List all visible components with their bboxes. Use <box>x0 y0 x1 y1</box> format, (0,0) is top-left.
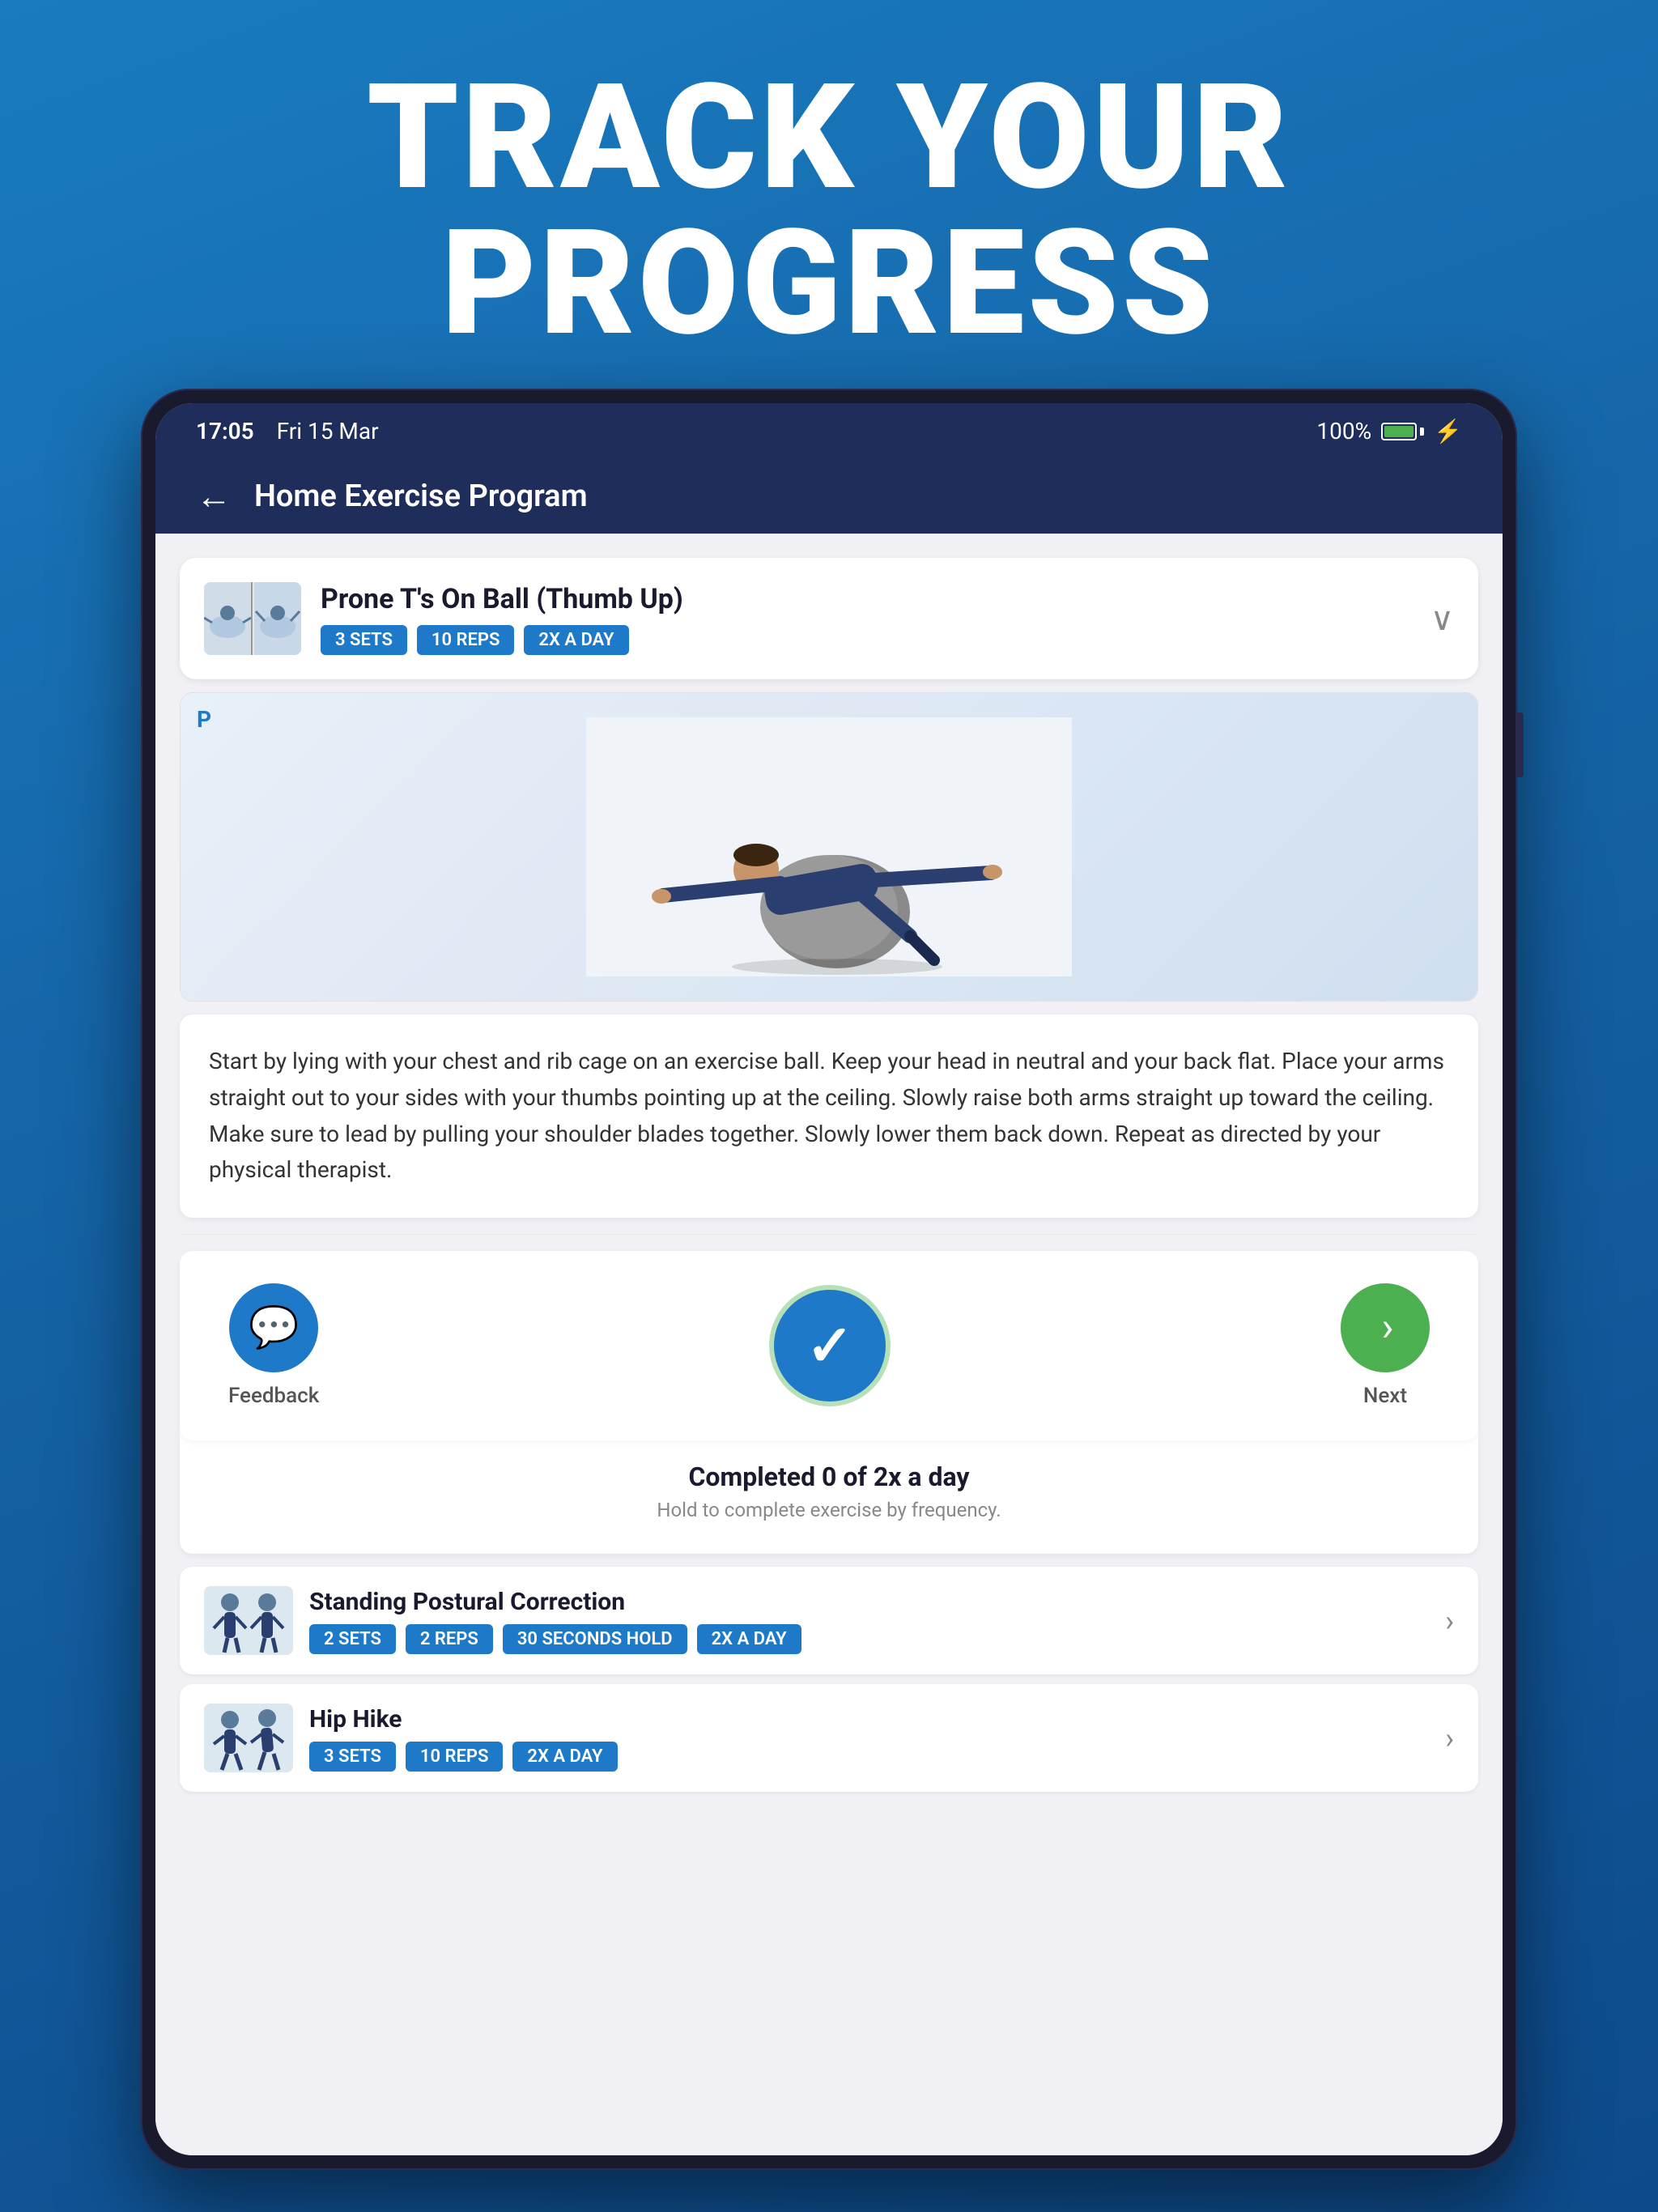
list-exercise-name-2: Hip Hike <box>309 1705 618 1733</box>
list-badge-2-sets: 3 SETS <box>309 1742 396 1772</box>
battery-body <box>1381 423 1417 440</box>
exercise-info: Prone T's On Ball (Thumb Up) 3 SETS 10 R… <box>321 583 683 655</box>
next-button[interactable]: › Next <box>1341 1283 1430 1408</box>
badge-sets: 3 SETS <box>321 625 407 655</box>
exercise-name: Prone T's On Ball (Thumb Up) <box>321 583 683 615</box>
status-time: 17:05 <box>196 418 254 445</box>
device-container: 17:05 Fri 15 Mar 100% ⚡ ← Hom <box>141 389 1517 2170</box>
exercise-header-card: Prone T's On Ball (Thumb Up) 3 SETS 10 R… <box>180 558 1478 679</box>
list-badge-2-freq: 2X A DAY <box>512 1742 617 1772</box>
list-badge-1-sets: 2 SETS <box>309 1624 396 1654</box>
list-thumb-2-svg <box>204 1704 293 1772</box>
battery-percentage: 100% <box>1316 418 1371 445</box>
next-arrow-icon: › <box>1381 1304 1393 1351</box>
battery-icon <box>1381 423 1424 440</box>
list-badge-1-hold: 30 SECONDS HOLD <box>503 1624 687 1654</box>
action-completion-wrapper: 💬 Feedback ✓ <box>180 1251 1478 1554</box>
exercise-badges: 3 SETS 10 REPS 2X A DAY <box>321 625 683 655</box>
list-thumbnail-2 <box>204 1704 293 1772</box>
section-divider <box>180 1234 1478 1235</box>
feedback-button[interactable]: 💬 Feedback <box>228 1283 319 1408</box>
list-item-1-left: Standing Postural Correction 2 SETS 2 RE… <box>204 1586 801 1655</box>
device-frame: 17:05 Fri 15 Mar 100% ⚡ ← Hom <box>141 389 1517 2170</box>
exercise-description: Start by lying with your chest and rib c… <box>209 1044 1449 1189</box>
feedback-label: Feedback <box>228 1384 319 1408</box>
list-badge-1-reps: 2 REPS <box>406 1624 493 1654</box>
list-item-1-chevron: › <box>1445 1604 1454 1638</box>
list-info-1: Standing Postural Correction 2 SETS 2 RE… <box>309 1588 801 1654</box>
description-card: Start by lying with your chest and rib c… <box>180 1015 1478 1218</box>
next-label: Next <box>1363 1384 1407 1408</box>
list-item-2-left: Hip Hike 3 SETS 10 REPS 2X A DAY <box>204 1704 618 1772</box>
list-thumb-1-svg <box>204 1586 293 1655</box>
device-screen: 17:05 Fri 15 Mar 100% ⚡ ← Hom <box>155 403 1503 2155</box>
list-thumbnail-1 <box>204 1586 293 1655</box>
video-watermark: P <box>197 706 211 733</box>
list-item-2-chevron: › <box>1445 1721 1454 1755</box>
badge-frequency: 2X A DAY <box>524 625 628 655</box>
list-badge-2-reps: 10 REPS <box>406 1742 504 1772</box>
list-badges-2: 3 SETS 10 REPS 2X A DAY <box>309 1742 618 1772</box>
battery-tip <box>1420 428 1424 436</box>
charging-icon: ⚡ <box>1434 418 1462 445</box>
list-item-2[interactable]: Hip Hike 3 SETS 10 REPS 2X A DAY › <box>180 1684 1478 1792</box>
thumbnail-svg <box>204 582 301 655</box>
next-icon-circle: › <box>1341 1283 1430 1372</box>
video-area[interactable]: P <box>180 692 1478 1002</box>
list-info-2: Hip Hike 3 SETS 10 REPS 2X A DAY <box>309 1705 618 1772</box>
complete-ring[interactable]: ✓ <box>769 1285 891 1406</box>
feedback-icon-circle: 💬 <box>229 1283 318 1372</box>
nav-bar: ← Home Exercise Program <box>155 459 1503 534</box>
status-right: 100% ⚡ <box>1316 418 1462 445</box>
list-item-1[interactable]: Standing Postural Correction 2 SETS 2 RE… <box>180 1567 1478 1674</box>
list-badges-1: 2 SETS 2 REPS 30 SECONDS HOLD 2X A DAY <box>309 1624 801 1654</box>
checkmark-icon: ✓ <box>806 1312 854 1380</box>
status-bar: 17:05 Fri 15 Mar 100% ⚡ <box>155 403 1503 459</box>
exercise-animation-svg <box>586 717 1072 976</box>
exercise-header-left: Prone T's On Ball (Thumb Up) 3 SETS 10 R… <box>204 582 683 655</box>
exercise-collapse-icon[interactable]: ∨ <box>1431 600 1454 638</box>
video-player[interactable]: P <box>181 693 1477 1001</box>
battery-fill <box>1384 426 1414 437</box>
chat-icon: 💬 <box>249 1304 299 1351</box>
exercise-thumbnail <box>204 582 301 655</box>
nav-title: Home Exercise Program <box>254 479 588 514</box>
status-date: Fri 15 Mar <box>277 418 379 445</box>
content-area[interactable]: Prone T's On Ball (Thumb Up) 3 SETS 10 R… <box>155 534 1503 2155</box>
complete-button[interactable]: ✓ <box>769 1285 891 1406</box>
action-row: 💬 Feedback ✓ <box>180 1251 1478 1440</box>
completion-subtitle: Hold to complete exercise by frequency. <box>228 1499 1430 1521</box>
badge-reps: 10 REPS <box>417 625 515 655</box>
list-exercise-name-1: Standing Postural Correction <box>309 1588 801 1616</box>
list-badge-1-freq: 2X A DAY <box>697 1624 801 1654</box>
completion-title: Completed 0 of 2x a day <box>228 1461 1430 1492</box>
exercise-header: Prone T's On Ball (Thumb Up) 3 SETS 10 R… <box>204 582 1454 655</box>
back-button[interactable]: ← <box>196 479 232 514</box>
completion-info: Completed 0 of 2x a day Hold to complete… <box>180 1453 1478 1554</box>
hero-title: TRACK YOUR PROGRESS <box>81 65 1577 356</box>
